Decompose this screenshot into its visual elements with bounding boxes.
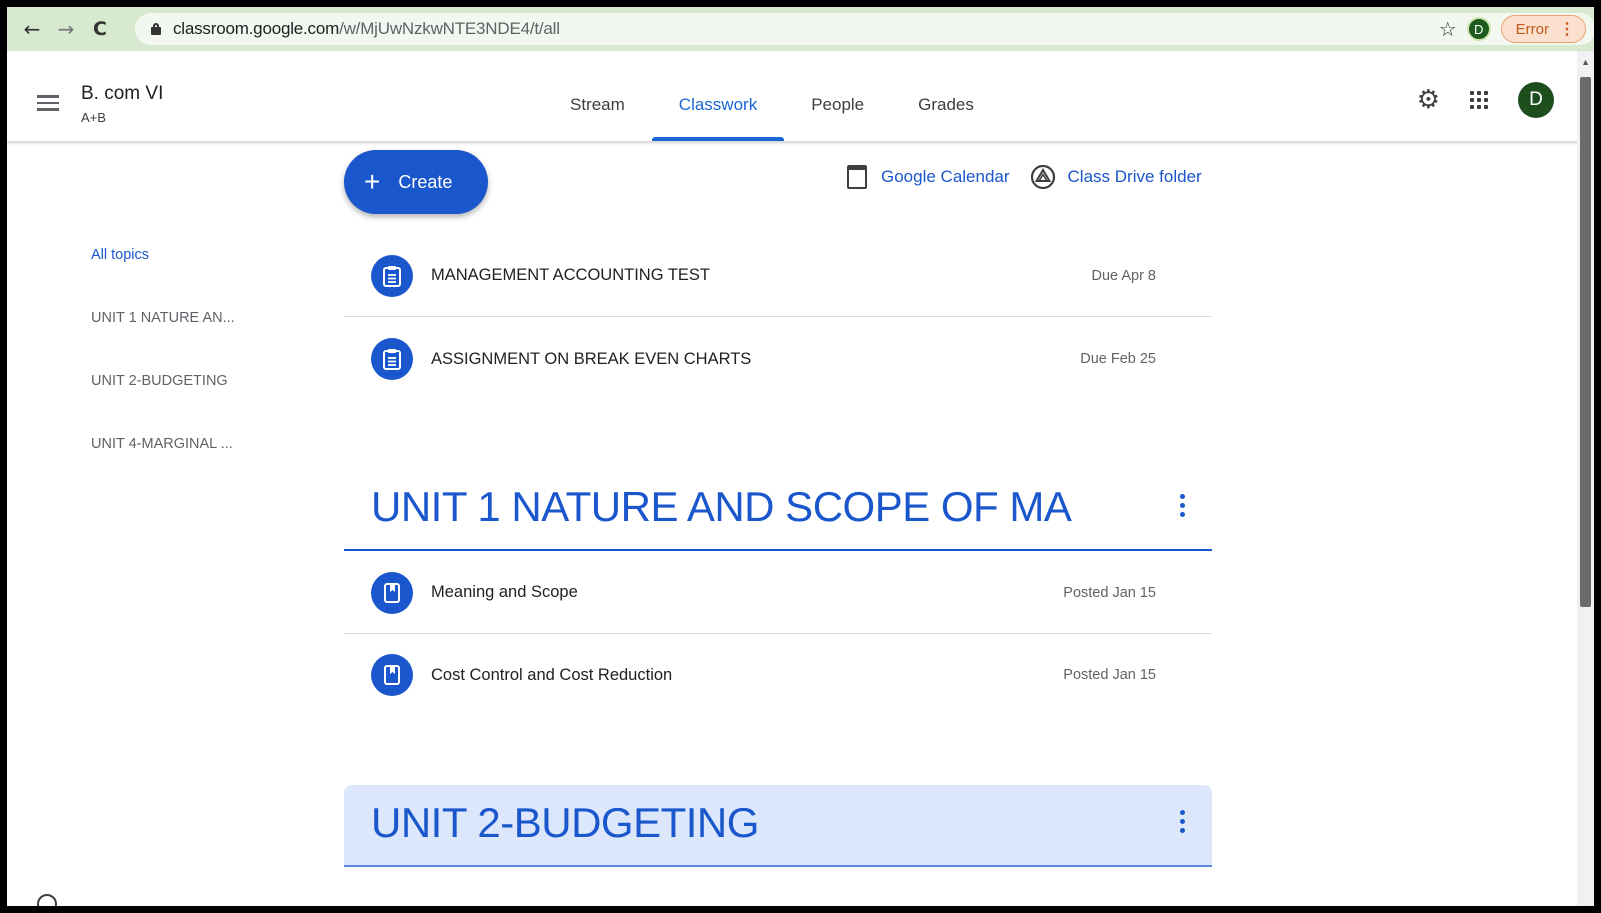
- scrollbar-thumb[interactable]: [1580, 77, 1591, 607]
- classwork-links: Google Calendar Class Drive folder: [847, 165, 1222, 189]
- topic-nav-unit-4[interactable]: UNIT 4-MARGINAL ...: [91, 436, 235, 452]
- menu-icon[interactable]: [37, 95, 59, 115]
- scroll-up-arrow-icon[interactable]: ▲: [1581, 57, 1590, 67]
- classwork-item[interactable]: Meaning and Scope Posted Jan 15: [344, 552, 1212, 634]
- create-button[interactable]: + Create: [344, 150, 488, 214]
- item-title: ASSIGNMENT ON BREAK EVEN CHARTS: [431, 349, 752, 368]
- material-icon: [371, 571, 413, 614]
- apps-grid-icon[interactable]: [1470, 91, 1488, 109]
- topic-more-options-icon[interactable]: [1180, 810, 1186, 837]
- address-bar[interactable]: classroom.google.com/w/MjUwNzkwNTE3NDE4/…: [135, 13, 1594, 45]
- topic-nav-unit-2[interactable]: UNIT 2-BUDGETING: [91, 373, 235, 389]
- item-title: Meaning and Scope: [431, 583, 578, 601]
- google-calendar-label: Google Calendar: [881, 167, 1010, 186]
- item-posted-date: Posted Jan 15: [1063, 584, 1156, 601]
- browser-profile-avatar[interactable]: D: [1466, 17, 1491, 41]
- topic-header-unit-1: UNIT 1 NATURE AND SCOPE OF MA: [344, 469, 1212, 551]
- drive-icon: [1030, 165, 1055, 189]
- item-due-date: Due Apr 8: [1091, 267, 1157, 284]
- topics-sidebar: All topics UNIT 1 NATURE AN... UNIT 2-BU…: [91, 247, 235, 499]
- more-vert-icon: ⋮: [1559, 21, 1575, 38]
- class-name[interactable]: B. com VI: [81, 83, 163, 105]
- material-icon: [371, 654, 413, 696]
- tab-people[interactable]: People: [784, 81, 891, 141]
- tab-stream[interactable]: Stream: [543, 81, 652, 141]
- reload-icon[interactable]: C: [83, 12, 117, 46]
- lock-icon: [151, 23, 161, 35]
- browser-toolbar: ← → C classroom.google.com/w/MjUwNzkwNTE…: [7, 7, 1594, 51]
- browser-error-button[interactable]: Error ⋮: [1500, 15, 1586, 43]
- url-text[interactable]: classroom.google.com/w/MjUwNzkwNTE3NDE4/…: [173, 19, 560, 39]
- account-avatar[interactable]: D: [1518, 82, 1554, 118]
- item-due-date: Due Feb 25: [1080, 351, 1156, 367]
- forward-arrow-icon[interactable]: →: [49, 12, 83, 46]
- topic-header-unit-2: UNIT 2-BUDGETING: [344, 785, 1212, 867]
- tab-bar: Stream Classwork People Grades: [543, 81, 1001, 141]
- url-path: /w/MjUwNzkwNTE3NDE4/t/all: [339, 19, 560, 38]
- header-actions: ⚙ D: [1417, 82, 1554, 118]
- error-label: Error: [1515, 20, 1549, 38]
- classroom-header: B. com VI A+B Stream Classwork People Gr…: [7, 51, 1594, 141]
- classwork-item[interactable]: Cost Control and Cost Reduction Posted J…: [344, 634, 1212, 716]
- assignment-icon: [371, 338, 413, 380]
- item-posted-date: Posted Jan 15: [1063, 667, 1156, 683]
- class-drive-folder-link[interactable]: Class Drive folder: [1030, 165, 1202, 189]
- classwork-item[interactable]: MANAGEMENT ACCOUNTING TEST Due Apr 8: [344, 235, 1212, 317]
- topic-nav-all-topics[interactable]: All topics: [91, 247, 235, 263]
- url-host: classroom.google.com: [173, 19, 340, 38]
- browser-actions: ☆ D Error ⋮: [1439, 13, 1586, 45]
- item-title: MANAGEMENT ACCOUNTING TEST: [431, 266, 711, 284]
- bookmark-star-icon[interactable]: ☆: [1439, 17, 1457, 41]
- create-label: Create: [398, 171, 453, 192]
- topic-more-options-icon[interactable]: [1180, 494, 1186, 521]
- item-title: Cost Control and Cost Reduction: [431, 665, 673, 684]
- topic-nav-unit-1[interactable]: UNIT 1 NATURE AN...: [91, 310, 235, 326]
- plus-icon: +: [364, 166, 381, 197]
- help-icon[interactable]: [37, 894, 57, 906]
- topic-title[interactable]: UNIT 1 NATURE AND SCOPE OF MA: [371, 483, 1072, 531]
- google-calendar-link[interactable]: Google Calendar: [847, 165, 1010, 189]
- class-drive-folder-label: Class Drive folder: [1067, 167, 1202, 186]
- topic-title[interactable]: UNIT 2-BUDGETING: [371, 799, 759, 847]
- tab-classwork[interactable]: Classwork: [651, 81, 785, 141]
- calendar-icon: [847, 165, 867, 189]
- class-section: A+B: [81, 110, 106, 125]
- classwork-item[interactable]: ASSIGNMENT ON BREAK EVEN CHARTS Due Feb …: [344, 318, 1212, 400]
- browser-window: ← → C classroom.google.com/w/MjUwNzkwNTE…: [7, 7, 1594, 906]
- tab-grades[interactable]: Grades: [891, 81, 1001, 141]
- assignment-icon: [371, 254, 413, 297]
- settings-gear-icon[interactable]: ⚙: [1417, 85, 1440, 115]
- back-arrow-icon[interactable]: ←: [15, 12, 49, 46]
